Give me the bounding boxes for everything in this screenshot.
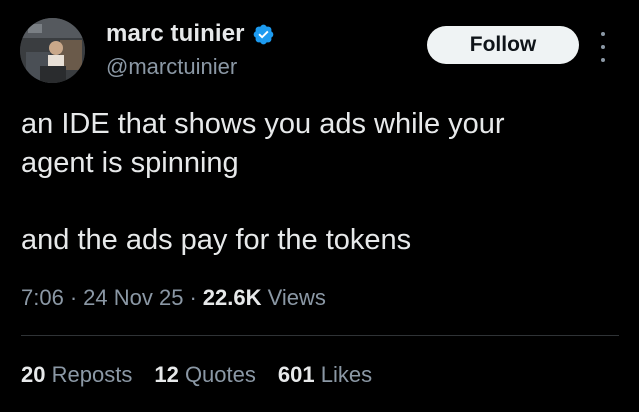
views-label: Views <box>267 285 326 310</box>
quotes-stat[interactable]: 12 Quotes <box>154 362 256 388</box>
tweet-time[interactable]: 7:06 <box>21 285 64 310</box>
divider <box>21 335 619 336</box>
more-dot-icon <box>601 32 605 36</box>
tweet-text-line: and the ads pay for the tokens <box>21 224 412 256</box>
follow-button[interactable]: Follow <box>427 26 579 64</box>
likes-stat[interactable]: 601 Likes <box>278 362 372 388</box>
more-dot-icon <box>601 58 605 62</box>
tweet-meta: 7:06 · 24 Nov 25 · 22.6K Views <box>21 285 326 311</box>
likes-count: 601 <box>277 362 315 387</box>
tweet-text-line: agent is spinning <box>21 147 239 179</box>
views-count: 22.6K <box>202 285 262 310</box>
separator-dot: · <box>189 285 197 310</box>
separator-dot: · <box>69 285 78 310</box>
more-options-icon[interactable] <box>596 32 610 62</box>
author-display-name[interactable]: marc tuinier <box>106 20 245 48</box>
tweet-card: marc tuinier @marctuinier Follow an IDE … <box>0 0 639 412</box>
reposts-label: Reposts <box>51 362 133 387</box>
profile-photo <box>20 18 85 83</box>
reposts-stat[interactable]: 20 Reposts <box>21 362 132 388</box>
tweet-text-line: an IDE that shows you ads while your <box>21 108 505 140</box>
quotes-count: 12 <box>154 362 179 387</box>
author-name-row: marc tuinier <box>106 19 275 49</box>
quotes-label: Quotes <box>184 362 256 387</box>
reposts-count: 20 <box>21 362 46 387</box>
avatar[interactable] <box>20 18 85 83</box>
verified-badge-icon <box>253 24 273 44</box>
engagement-stats: 20 Reposts 12 Quotes 601 Likes <box>21 362 372 388</box>
tweet-date[interactable]: 24 Nov 25 <box>83 285 183 310</box>
likes-label: Likes <box>320 362 373 387</box>
tweet-text: an IDE that shows you ads while your age… <box>21 105 621 260</box>
more-dot-icon <box>601 45 605 49</box>
author-handle[interactable]: @marctuinier <box>106 54 237 80</box>
